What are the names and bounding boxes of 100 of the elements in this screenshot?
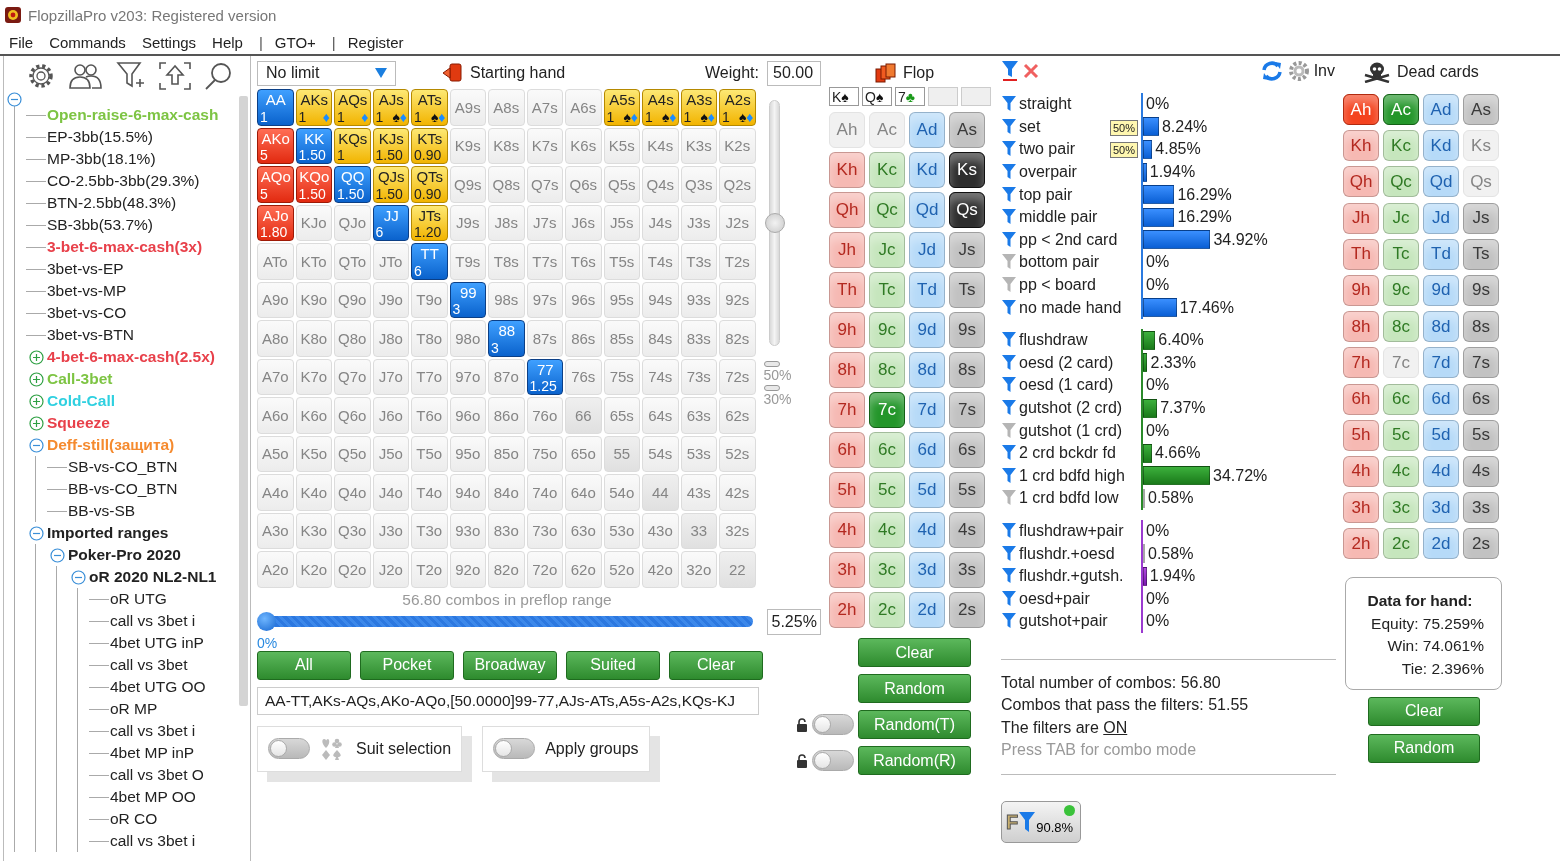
hand-cell[interactable]: Q7s xyxy=(526,166,563,203)
preset-button[interactable]: All xyxy=(257,650,351,680)
card-button[interactable]: Ts xyxy=(1463,238,1499,270)
hand-cell[interactable]: T9s xyxy=(449,243,486,280)
tree-item[interactable]: 3bet-vs-MP xyxy=(46,282,127,300)
expand-icon[interactable] xyxy=(28,415,44,431)
card-button[interactable]: Qs xyxy=(949,192,985,228)
hand-cell[interactable]: Q2o xyxy=(334,551,371,588)
hand-cell[interactable]: 55 xyxy=(603,435,640,472)
card-button[interactable]: 7h xyxy=(829,392,865,428)
tree-item[interactable]: call vs 3bet i xyxy=(109,612,196,630)
hand-cell[interactable]: J6o xyxy=(372,397,409,434)
hand-cell[interactable]: 42s xyxy=(719,474,756,511)
hand-cell[interactable]: 83s xyxy=(680,320,717,357)
hand-cell[interactable]: AA 1 xyxy=(257,89,294,126)
card-button[interactable]: 3c xyxy=(869,552,905,588)
card-button[interactable]: Kd xyxy=(1423,130,1459,162)
hand-cell[interactable]: 97s xyxy=(526,281,563,318)
hand-cell[interactable]: 44 xyxy=(642,474,679,511)
hand-cell[interactable]: 82o xyxy=(488,551,525,588)
tree-item[interactable]: BB-vs-SB xyxy=(67,502,136,520)
hand-cell[interactable]: 33 xyxy=(680,512,717,549)
hand-cell[interactable]: 62s xyxy=(719,397,756,434)
hand-cell[interactable]: 84o xyxy=(488,474,525,511)
hand-cell[interactable]: JJ 6 xyxy=(372,204,409,241)
card-button[interactable]: Tc xyxy=(1383,238,1419,270)
menu-item[interactable]: Help xyxy=(212,33,251,51)
menu-item[interactable]: Settings xyxy=(141,33,205,51)
hand-cell[interactable]: A3o xyxy=(257,512,294,549)
weight-field[interactable]: 50.00 xyxy=(767,60,821,86)
hand-cell[interactable]: 72s xyxy=(719,358,756,395)
hand-cell[interactable]: T3o xyxy=(411,512,448,549)
card-button[interactable]: As xyxy=(1463,94,1499,125)
hand-cell[interactable]: Q3s xyxy=(680,166,717,203)
hand-cell[interactable]: 87s xyxy=(526,320,563,357)
hand-cell[interactable]: QJs 1.50 xyxy=(372,166,409,203)
tree-item[interactable]: oR MP xyxy=(109,700,158,718)
hand-cell[interactable]: K3s xyxy=(680,127,717,164)
hand-cell[interactable]: 53o xyxy=(603,512,640,549)
preset-button[interactable]: Pocket xyxy=(360,650,454,680)
hand-cell[interactable]: Q4s xyxy=(642,166,679,203)
card-button[interactable]: 5d xyxy=(909,472,945,508)
hand-cell[interactable]: 76s xyxy=(565,358,602,395)
hand-cell[interactable]: QTo xyxy=(334,243,371,280)
hand-cell[interactable]: 82s xyxy=(719,320,756,357)
action-button[interactable]: Clear xyxy=(1368,696,1480,726)
tree-item[interactable]: SB-vs-CO_BTN xyxy=(67,458,178,476)
tree-item[interactable]: call vs 3bet i xyxy=(109,722,196,740)
hand-cell[interactable]: J7o xyxy=(372,358,409,395)
hand-cell[interactable]: 65o xyxy=(565,435,602,472)
hand-cell[interactable]: 85o xyxy=(488,435,525,472)
card-button[interactable]: Tc xyxy=(869,272,905,308)
card-button[interactable]: Js xyxy=(949,232,985,268)
hand-cell[interactable]: 43s xyxy=(680,474,717,511)
filter-icon[interactable] xyxy=(1001,567,1017,586)
card-button[interactable]: Kc xyxy=(869,152,905,188)
hand-cell[interactable]: 85s xyxy=(603,320,640,357)
hand-cell[interactable]: KK 1.50 xyxy=(295,127,332,164)
hand-cell[interactable]: A5o xyxy=(257,435,294,472)
hand-cell[interactable]: QTs 0.90 xyxy=(411,166,448,203)
card-button[interactable]: 9d xyxy=(909,312,945,348)
card-button[interactable]: 5s xyxy=(1463,419,1499,451)
hand-cell[interactable]: AQs 1 ♦ xyxy=(334,89,371,126)
hand-cell[interactable]: Q3o xyxy=(334,512,371,549)
hand-cell[interactable]: K5s xyxy=(603,127,640,164)
tree-item[interactable]: 4bet MP inP xyxy=(109,744,195,762)
card-button[interactable]: Th xyxy=(829,272,865,308)
hand-cell[interactable]: 75s xyxy=(603,358,640,395)
hand-cell[interactable]: A9s xyxy=(449,89,486,126)
card-button[interactable]: 5h xyxy=(1343,419,1379,451)
card-button[interactable]: 8s xyxy=(949,352,985,388)
card-button[interactable]: Th xyxy=(1343,238,1379,270)
hand-cell[interactable]: A6o xyxy=(257,397,294,434)
card-button[interactable]: Qh xyxy=(829,192,865,228)
hand-cell[interactable]: 64s xyxy=(642,397,679,434)
hand-cell[interactable]: J4s xyxy=(642,204,679,241)
tree-item[interactable]: oR 2020 NL2-NL1 xyxy=(88,568,217,586)
hand-cell[interactable]: 32s xyxy=(719,512,756,549)
hand-cell[interactable]: K8s xyxy=(488,127,525,164)
hand-cell[interactable]: K5o xyxy=(295,435,332,472)
card-button[interactable]: 6c xyxy=(1383,383,1419,415)
hand-cell[interactable]: 63s xyxy=(680,397,717,434)
tree-item[interactable]: oR CO xyxy=(109,810,158,828)
weight-slider[interactable] xyxy=(763,100,786,346)
card-button[interactable]: Jd xyxy=(1423,202,1459,234)
hand-cell[interactable]: T7s xyxy=(526,243,563,280)
collapse-icon[interactable] xyxy=(7,91,22,107)
hand-cell[interactable]: T9o xyxy=(411,281,448,318)
filter-icon[interactable] xyxy=(1001,117,1017,136)
hand-cell[interactable]: Q6o xyxy=(334,397,371,434)
hand-cell[interactable]: J8s xyxy=(488,204,525,241)
hand-cell[interactable]: T5o xyxy=(411,435,448,472)
filter-icon[interactable] xyxy=(1001,466,1017,485)
filter-toggle-button[interactable]: F 90.8% xyxy=(1001,801,1081,844)
hand-cell[interactable]: AJs 1 ♠♦ xyxy=(372,89,409,126)
card-button[interactable]: 4s xyxy=(1463,455,1499,487)
toggle-switch[interactable] xyxy=(493,738,536,759)
filter-icon[interactable] xyxy=(1001,230,1017,249)
hand-cell[interactable]: K4s xyxy=(642,127,679,164)
upload-icon[interactable] xyxy=(158,60,192,91)
